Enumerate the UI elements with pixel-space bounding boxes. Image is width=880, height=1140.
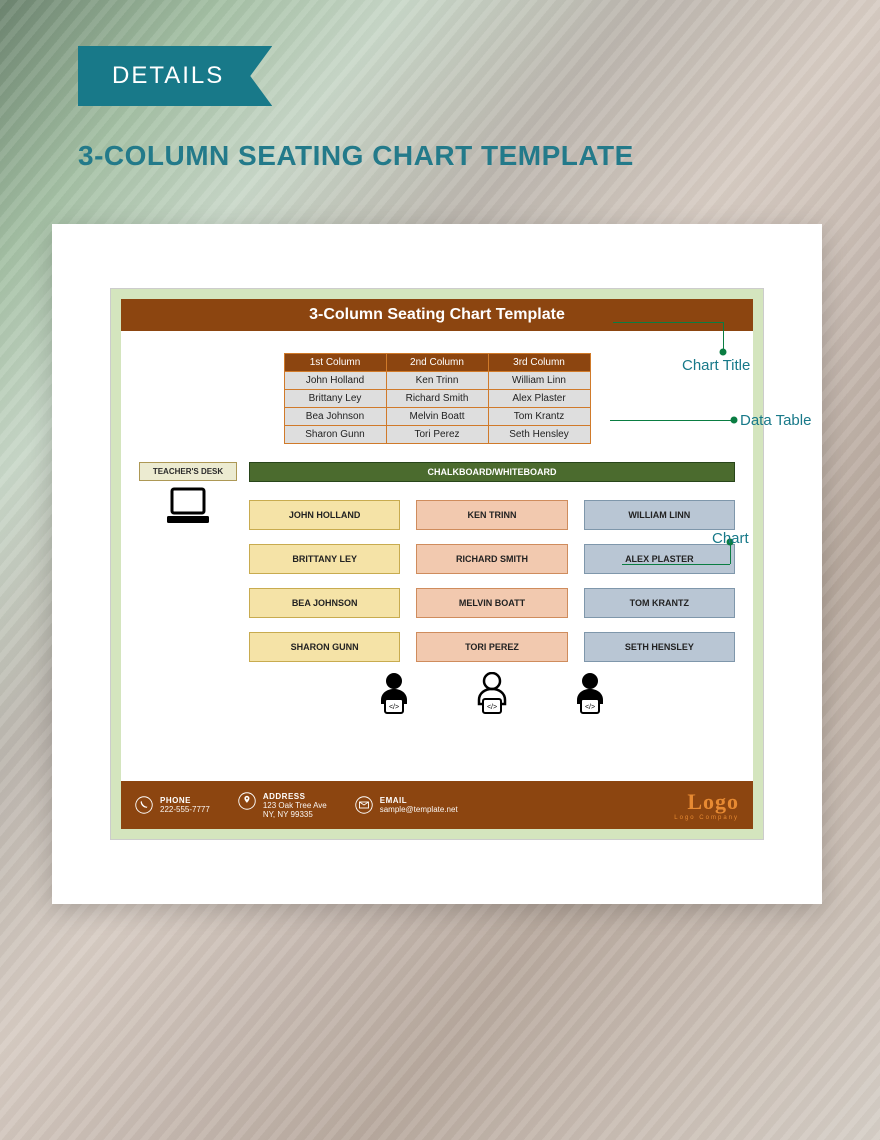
seat: RICHARD SMITH — [416, 544, 567, 574]
table-cell: Ken Trinn — [386, 372, 488, 390]
email-block: EMAIL sample@template.net — [355, 796, 458, 814]
leader-line — [610, 420, 734, 421]
template-title: 3-Column Seating Chart Template — [121, 299, 753, 331]
page-title: 3-COLUMN SEATING CHART TEMPLATE — [78, 140, 634, 172]
address-block: ADDRESS 123 Oak Tree Ave NY, NY 99335 — [238, 792, 327, 819]
logo-block: Logo Logo Company — [674, 789, 739, 821]
phone-icon — [135, 796, 153, 814]
svg-text:</>: </> — [585, 704, 595, 711]
chalkboard: CHALKBOARD/WHITEBOARD — [249, 462, 735, 482]
seating-area: CHALKBOARD/WHITEBOARD JOHN HOLLAND KEN T… — [249, 462, 735, 716]
seat: TORI PEREZ — [416, 632, 567, 662]
table-cell: Bea Johnson — [284, 408, 386, 426]
phone-value: 222-555-7777 — [160, 805, 210, 814]
callout-chart: Chart — [712, 530, 749, 547]
callout-data-table: Data Table — [740, 412, 811, 429]
table-cell: Seth Hensley — [488, 426, 590, 444]
teacher-column: TEACHER'S DESK — [139, 462, 237, 716]
address-line1: 123 Oak Tree Ave — [263, 801, 327, 810]
callout-chart-title: Chart Title — [682, 357, 750, 374]
table-cell: Tori Perez — [386, 426, 488, 444]
laptop-icon — [163, 487, 213, 527]
table-cell: Tom Krantz — [488, 408, 590, 426]
teacher-desk: TEACHER'S DESK — [139, 462, 237, 481]
table-cell: Melvin Boatt — [386, 408, 488, 426]
email-label: EMAIL — [380, 796, 458, 805]
student-icon: </> — [570, 672, 610, 716]
table-cell: William Linn — [488, 372, 590, 390]
leader-line — [622, 564, 730, 565]
table-row: John Holland Ken Trinn William Linn — [284, 372, 590, 390]
leader-dot — [731, 417, 738, 424]
seat: BEA JOHNSON — [249, 588, 400, 618]
table-cell: Alex Plaster — [488, 390, 590, 408]
seat: ALEX PLASTER — [584, 544, 735, 574]
table-cell: Richard Smith — [386, 390, 488, 408]
col-header: 3rd Column — [488, 354, 590, 372]
seat-grid: JOHN HOLLAND KEN TRINN WILLIAM LINN BRIT… — [249, 500, 735, 662]
leader-line — [723, 322, 724, 352]
details-ribbon: DETAILS — [78, 46, 272, 106]
leader-line — [613, 322, 723, 323]
logo-subtext: Logo Company — [674, 815, 739, 821]
phone-block: PHONE 222-555-7777 — [135, 796, 210, 814]
svg-text:</>: </> — [487, 704, 497, 711]
student-icon: </> — [374, 672, 414, 716]
student-icon: </> — [472, 672, 512, 716]
email-value: sample@template.net — [380, 805, 458, 814]
seat: WILLIAM LINN — [584, 500, 735, 530]
phone-label: PHONE — [160, 796, 210, 805]
svg-text:</>: </> — [389, 704, 399, 711]
table-cell: Sharon Gunn — [284, 426, 386, 444]
table-row: Bea Johnson Melvin Boatt Tom Krantz — [284, 408, 590, 426]
address-label: ADDRESS — [263, 792, 327, 801]
seat: BRITTANY LEY — [249, 544, 400, 574]
preview-card: 3-Column Seating Chart Template 1st Colu… — [52, 224, 822, 904]
data-table: 1st Column 2nd Column 3rd Column John Ho… — [284, 353, 591, 444]
mail-icon — [355, 796, 373, 814]
people-row: </> </> — [249, 672, 735, 716]
template-footer: PHONE 222-555-7777 ADDRESS 123 Oak Tree … — [121, 781, 753, 829]
seat: SETH HENSLEY — [584, 632, 735, 662]
table-cell: John Holland — [284, 372, 386, 390]
table-row: Sharon Gunn Tori Perez Seth Hensley — [284, 426, 590, 444]
seat: MELVIN BOATT — [416, 588, 567, 618]
seat: SHARON GUNN — [249, 632, 400, 662]
template-inner: 3-Column Seating Chart Template 1st Colu… — [121, 299, 753, 781]
classroom-layout: TEACHER'S DESK CHALKBOARD/WHITEBOARD JOH… — [139, 462, 735, 716]
pin-icon — [238, 792, 256, 810]
seat: TOM KRANTZ — [584, 588, 735, 618]
table-cell: Brittany Ley — [284, 390, 386, 408]
col-header: 2nd Column — [386, 354, 488, 372]
details-ribbon-label: DETAILS — [112, 62, 224, 90]
seat: KEN TRINN — [416, 500, 567, 530]
col-header: 1st Column — [284, 354, 386, 372]
address-line2: NY, NY 99335 — [263, 810, 327, 819]
leader-dot — [720, 349, 727, 356]
table-row: Brittany Ley Richard Smith Alex Plaster — [284, 390, 590, 408]
table-header-row: 1st Column 2nd Column 3rd Column — [284, 354, 590, 372]
seat: JOHN HOLLAND — [249, 500, 400, 530]
logo-text: Logo — [674, 789, 739, 815]
